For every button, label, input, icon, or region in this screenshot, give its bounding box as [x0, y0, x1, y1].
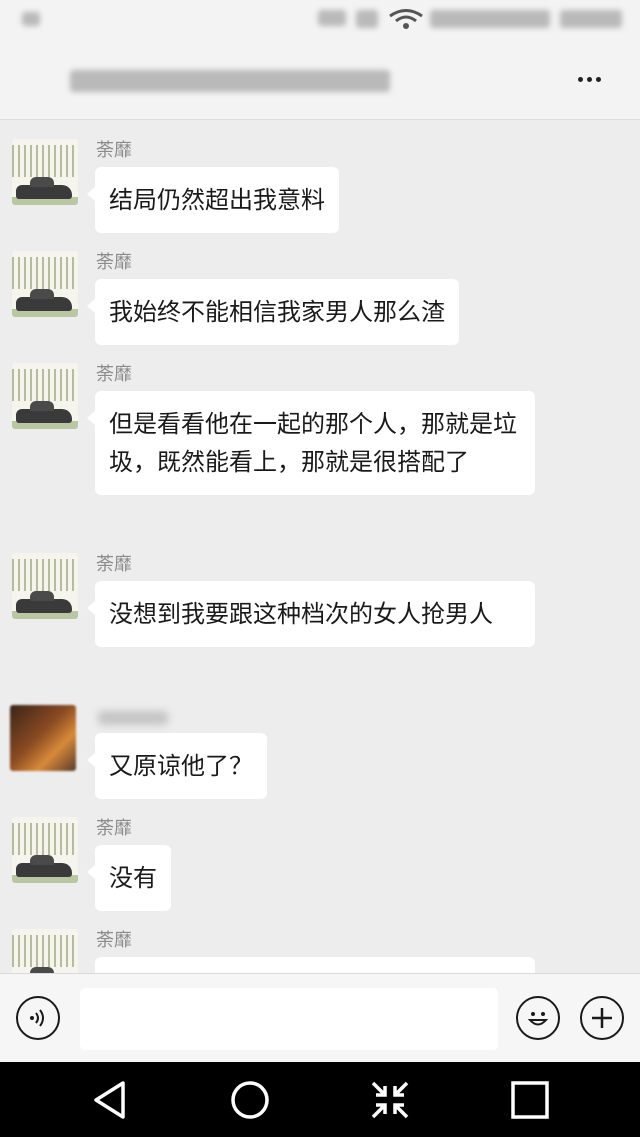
- sender-name: 荼靡: [96, 140, 132, 161]
- input-bar: [0, 973, 640, 1062]
- message-bubble[interactable]: 没有: [87, 845, 171, 911]
- voice-button[interactable]: [16, 996, 60, 1040]
- shrink-arrows-icon: [371, 1081, 409, 1118]
- avatar[interactable]: [12, 251, 78, 317]
- avatar[interactable]: [12, 139, 78, 205]
- nav-home-button[interactable]: [210, 1062, 290, 1137]
- status-right-blur: [430, 10, 550, 28]
- system-nav-bar: [0, 1062, 640, 1137]
- chat-header: [0, 38, 640, 120]
- chat-title-blurred: [70, 70, 390, 92]
- battery-icon: [560, 10, 622, 28]
- plus-icon: [592, 1008, 612, 1028]
- sender-name: 荼靡: [96, 554, 132, 575]
- status-left-blur: [22, 12, 40, 26]
- message-bubble[interactable]: [95, 957, 535, 973]
- avatar[interactable]: [10, 705, 76, 771]
- message-bubble[interactable]: 结局仍然超出我意料: [87, 167, 339, 233]
- status-icon-blur: [318, 10, 346, 26]
- avatar[interactable]: [12, 363, 78, 429]
- sender-name: 荼靡: [96, 818, 132, 839]
- more-dots-icon[interactable]: [578, 70, 608, 88]
- signal-icon: [356, 10, 378, 28]
- home-circle-icon: [231, 1080, 269, 1119]
- message-input[interactable]: [80, 988, 498, 1050]
- add-button[interactable]: [580, 996, 624, 1040]
- voice-icon: [30, 1009, 44, 1027]
- sender-name: 荼靡: [96, 364, 132, 385]
- message-bubble[interactable]: 但是看看他在一起的那个人，那就是垃圾，既然能看上，那就是很搭配了: [87, 391, 535, 495]
- recent-square-icon: [511, 1080, 549, 1119]
- message-bubble[interactable]: 又原谅他了？: [87, 733, 267, 799]
- back-triangle-icon: [94, 1080, 125, 1119]
- message-bubble[interactable]: 没想到我要跟这种档次的女人抢男人: [87, 581, 535, 647]
- emoji-icon: [527, 1012, 549, 1026]
- sender-name-blurred: [98, 711, 168, 725]
- sender-name: 荼靡: [96, 252, 132, 273]
- nav-recent-button[interactable]: [490, 1062, 570, 1137]
- emoji-button[interactable]: [516, 996, 560, 1040]
- status-bar: [0, 0, 640, 38]
- nav-shrink-button[interactable]: [350, 1062, 430, 1137]
- avatar[interactable]: [12, 553, 78, 619]
- message-bubble[interactable]: 我始终不能相信我家男人那么渣: [87, 279, 459, 345]
- chat-list: 荼靡 结局仍然超出我意料 荼靡 我始终不能相信我家男人那么渣 荼靡 但是看看他在…: [0, 121, 640, 973]
- avatar[interactable]: [12, 817, 78, 883]
- nav-back-button[interactable]: [70, 1062, 150, 1137]
- sender-name: 荼靡: [96, 930, 132, 951]
- avatar[interactable]: [12, 929, 78, 973]
- wifi-icon: [389, 9, 423, 29]
